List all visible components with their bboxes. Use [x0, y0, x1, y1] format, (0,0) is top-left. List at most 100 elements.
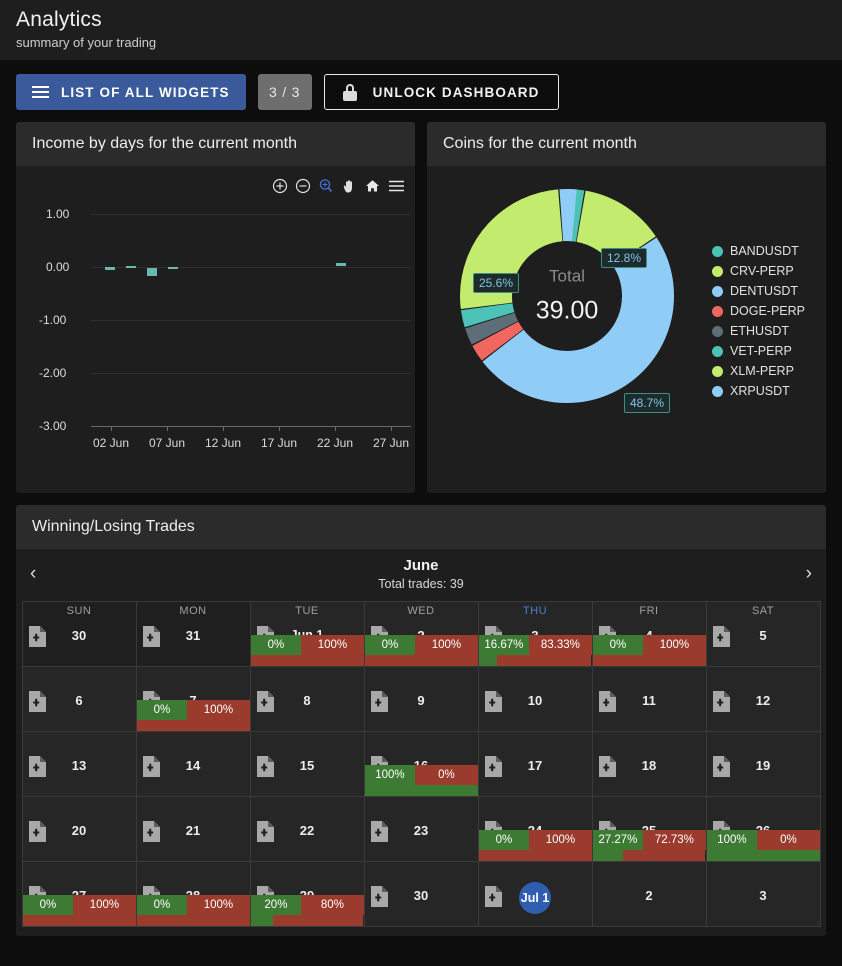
- day-loss-pct: 100%: [529, 829, 592, 850]
- calendar-day-cell[interactable]: MON 31: [135, 600, 251, 667]
- calendar-day-cell[interactable]: SAT 5: [705, 600, 821, 667]
- day-winloss-bar: [706, 849, 820, 861]
- list-all-widgets-button[interactable]: LIST OF ALL WIDGETS: [16, 74, 246, 110]
- day-winloss-labels: 0% 100%: [592, 634, 706, 655]
- calendar-day-cell[interactable]: 70%100%: [135, 665, 251, 732]
- day-win-bar: [478, 654, 498, 666]
- legend-item[interactable]: ETHUSDT: [712, 321, 805, 341]
- calendar-dow-label: SAT: [751, 604, 775, 617]
- income-chart-card: Income by days for the current month 02 …: [16, 122, 415, 493]
- donut-pct-label-xlm: 25.6%: [473, 273, 520, 293]
- calendar-day-cell[interactable]: 8: [249, 665, 365, 732]
- day-win-pct: 0%: [22, 894, 74, 915]
- day-winloss-labels: 0% 100%: [136, 699, 250, 720]
- unlock-dashboard-button[interactable]: UNLOCK DASHBOARD: [323, 74, 559, 110]
- legend-item[interactable]: DOGE-PERP: [712, 301, 805, 321]
- page-subtitle: summary of your trading: [16, 35, 157, 50]
- selection-zoom-icon[interactable]: [318, 178, 334, 194]
- calendar-nav: ‹ June Total trades: 39 ›: [16, 549, 826, 601]
- calendar-day-cell[interactable]: 6: [21, 665, 137, 732]
- home-reset-icon[interactable]: [364, 178, 381, 194]
- list-all-widgets-label: LIST OF ALL WIDGETS: [61, 84, 230, 100]
- calendar-day-cell[interactable]: 17: [477, 730, 593, 797]
- day-win-bar: [592, 849, 624, 861]
- zoom-in-icon[interactable]: [272, 178, 288, 194]
- unlock-dashboard-label: UNLOCK DASHBOARD: [372, 84, 540, 100]
- calendar-day-cell[interactable]: 21: [135, 795, 251, 862]
- legend-color-dot: [712, 365, 723, 377]
- calendar-day-cell[interactable]: 13: [21, 730, 137, 797]
- pan-icon[interactable]: [341, 178, 357, 194]
- add-note-icon[interactable]: [484, 885, 502, 907]
- calendar-day-cell[interactable]: THU316.67%83.33%: [477, 600, 593, 667]
- calendar-week-row: 270%100%280%100%2920%80% 30 Jul 1 2 3: [21, 860, 821, 927]
- day-win-pct: 0%: [136, 894, 188, 915]
- x-tick-label: 17 Jun: [260, 436, 298, 450]
- calendar-day-cell[interactable]: TUEJun 10%100%: [249, 600, 365, 667]
- legend-item[interactable]: VET-PERP: [712, 341, 805, 361]
- calendar-card-title: Winning/Losing Trades: [16, 505, 826, 549]
- calendar-day-cell[interactable]: 18: [591, 730, 707, 797]
- income-card-title: Income by days for the current month: [16, 122, 415, 166]
- legend-color-dot: [712, 325, 723, 337]
- zoom-out-icon[interactable]: [295, 178, 311, 194]
- legend-item[interactable]: BANDUSDT: [712, 241, 805, 261]
- donut-legend: BANDUSDT CRV-PERP DENTUSDT DOGE-PERP ETH…: [712, 241, 805, 401]
- calendar-day-cell[interactable]: 23: [363, 795, 479, 862]
- calendar-day-cell[interactable]: 26100%0%: [705, 795, 821, 862]
- calendar-day-cell[interactable]: 12: [705, 665, 821, 732]
- day-winloss-bar: [364, 784, 478, 796]
- next-month-button[interactable]: ›: [792, 563, 812, 585]
- x-tick-label: 12 Jun: [204, 436, 242, 450]
- bar-day-16: [336, 263, 346, 266]
- calendar-day-number: 6: [75, 692, 83, 708]
- calendar-day-cell[interactable]: 2920%80%: [249, 860, 365, 927]
- calendar-day-number: 14: [185, 757, 201, 773]
- day-win-pct: 0%: [364, 634, 416, 655]
- calendar-day-cell[interactable]: 270%100%: [21, 860, 137, 927]
- calendar-day-cell[interactable]: 9: [363, 665, 479, 732]
- day-winloss-labels: 0% 100%: [22, 894, 136, 915]
- legend-item[interactable]: CRV-PERP: [712, 261, 805, 281]
- prev-month-button[interactable]: ‹: [30, 563, 50, 585]
- donut-pct-label-xrp: 48.7%: [624, 393, 671, 413]
- calendar-day-number: 22: [299, 822, 315, 838]
- calendar-day-cell[interactable]: 16100%0%: [363, 730, 479, 797]
- day-loss-pct: 100%: [187, 894, 250, 915]
- calendar-day-cell[interactable]: Jul 1: [477, 860, 593, 927]
- calendar-day-cell[interactable]: WED20%100%: [363, 600, 479, 667]
- day-loss-pct: 100%: [301, 634, 364, 655]
- calendar-day-number: 15: [299, 757, 315, 773]
- calendar-day-cell[interactable]: 2527.27%72.73%: [591, 795, 707, 862]
- calendar-day-cell[interactable]: 15: [249, 730, 365, 797]
- calendar-total-trades: Total trades: 39: [378, 577, 464, 591]
- legend-item[interactable]: XLM-PERP: [712, 361, 805, 381]
- coins-card-title: Coins for the current month: [427, 122, 826, 166]
- legend-item[interactable]: XRPUSDT: [712, 381, 805, 401]
- calendar-day-cell[interactable]: 280%100%: [135, 860, 251, 927]
- calendar-day-cell[interactable]: 2: [591, 860, 707, 927]
- calendar-day-cell[interactable]: 3: [705, 860, 821, 927]
- calendar-day-cell[interactable]: 30: [363, 860, 479, 927]
- day-win-bar: [706, 849, 820, 861]
- menu-icon[interactable]: [388, 179, 405, 193]
- calendar-day-cell[interactable]: 22: [249, 795, 365, 862]
- donut-pct-label-crv: 12.8%: [601, 248, 648, 268]
- day-win-bar: [250, 914, 274, 926]
- day-winloss-labels: 0% 100%: [136, 894, 250, 915]
- calendar-day-cell[interactable]: 14: [135, 730, 251, 797]
- page-title: Analytics: [16, 8, 102, 31]
- legend-color-dot: [712, 345, 723, 357]
- calendar-day-cell[interactable]: 10: [477, 665, 593, 732]
- calendar-day-cell[interactable]: 19: [705, 730, 821, 797]
- calendar-day-cell[interactable]: 20: [21, 795, 137, 862]
- day-winloss-labels: 20% 80%: [250, 894, 364, 915]
- calendar-day-cell[interactable]: FRI40%100%: [591, 600, 707, 667]
- day-loss-pct: 100%: [643, 634, 706, 655]
- day-loss-bar: [478, 849, 592, 861]
- calendar-day-cell[interactable]: SUN 30: [21, 600, 137, 667]
- calendar-day-cell[interactable]: 240%100%: [477, 795, 593, 862]
- calendar-day-cell[interactable]: 11: [591, 665, 707, 732]
- coins-chart-card: Coins for the current month Total 39.00 …: [427, 122, 826, 493]
- legend-item[interactable]: DENTUSDT: [712, 281, 805, 301]
